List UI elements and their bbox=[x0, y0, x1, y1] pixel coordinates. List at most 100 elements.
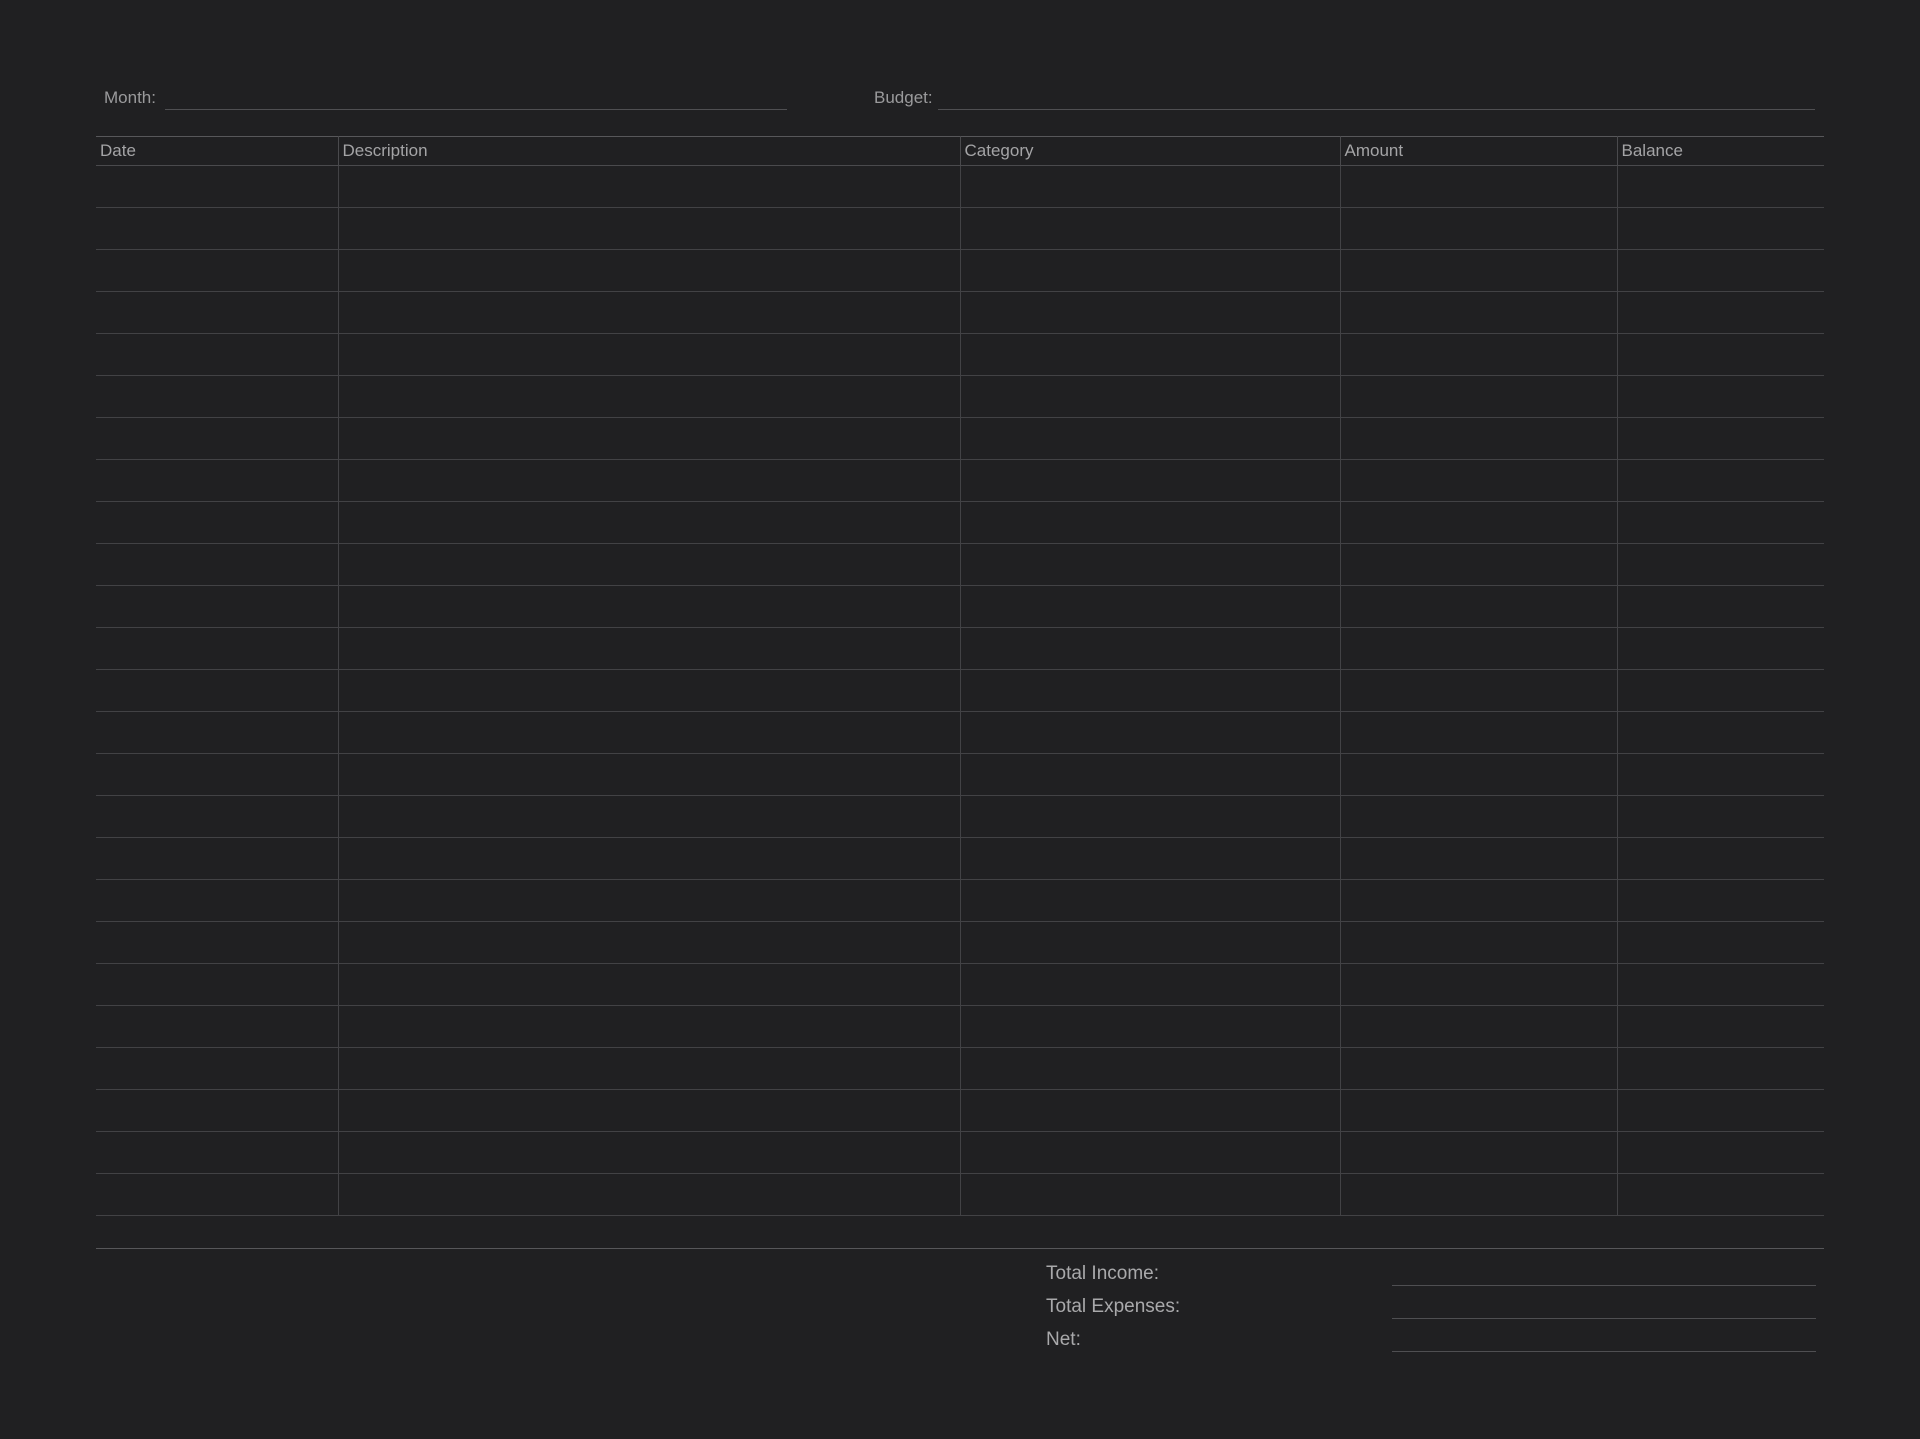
cell-amount[interactable] bbox=[1340, 711, 1618, 754]
cell-description[interactable] bbox=[338, 459, 961, 502]
cell-description[interactable] bbox=[338, 165, 961, 208]
cell-description[interactable] bbox=[338, 543, 961, 586]
cell-balance[interactable] bbox=[1617, 459, 1824, 502]
cell-balance[interactable] bbox=[1617, 711, 1824, 754]
cell-category[interactable] bbox=[960, 249, 1341, 292]
cell-amount[interactable] bbox=[1340, 1173, 1618, 1216]
cell-amount[interactable] bbox=[1340, 837, 1618, 880]
cell-description[interactable] bbox=[338, 1131, 961, 1174]
cell-category[interactable] bbox=[960, 291, 1341, 334]
cell-amount[interactable] bbox=[1340, 1131, 1618, 1174]
cell-description[interactable] bbox=[338, 501, 961, 544]
cell-balance[interactable] bbox=[1617, 249, 1824, 292]
total-income-input-line[interactable] bbox=[1392, 1285, 1816, 1286]
cell-date[interactable] bbox=[96, 1089, 339, 1132]
cell-amount[interactable] bbox=[1340, 1005, 1618, 1048]
cell-category[interactable] bbox=[960, 627, 1341, 670]
cell-category[interactable] bbox=[960, 711, 1341, 754]
budget-input-line[interactable] bbox=[938, 109, 1815, 110]
cell-date[interactable] bbox=[96, 1005, 339, 1048]
cell-description[interactable] bbox=[338, 207, 961, 250]
cell-description[interactable] bbox=[338, 879, 961, 922]
cell-category[interactable] bbox=[960, 795, 1341, 838]
cell-description[interactable] bbox=[338, 963, 961, 1006]
cell-category[interactable] bbox=[960, 165, 1341, 208]
cell-description[interactable] bbox=[338, 291, 961, 334]
cell-category[interactable] bbox=[960, 207, 1341, 250]
cell-category[interactable] bbox=[960, 1089, 1341, 1132]
cell-date[interactable] bbox=[96, 963, 339, 1006]
cell-date[interactable] bbox=[96, 795, 339, 838]
cell-balance[interactable] bbox=[1617, 501, 1824, 544]
cell-category[interactable] bbox=[960, 1047, 1341, 1090]
cell-category[interactable] bbox=[960, 963, 1341, 1006]
cell-category[interactable] bbox=[960, 333, 1341, 376]
cell-category[interactable] bbox=[960, 375, 1341, 418]
cell-category[interactable] bbox=[960, 585, 1341, 628]
cell-balance[interactable] bbox=[1617, 1005, 1824, 1048]
cell-description[interactable] bbox=[338, 711, 961, 754]
cell-amount[interactable] bbox=[1340, 627, 1618, 670]
cell-category[interactable] bbox=[960, 837, 1341, 880]
cell-balance[interactable] bbox=[1617, 837, 1824, 880]
cell-description[interactable] bbox=[338, 375, 961, 418]
cell-balance[interactable] bbox=[1617, 963, 1824, 1006]
cell-description[interactable] bbox=[338, 417, 961, 460]
cell-category[interactable] bbox=[960, 879, 1341, 922]
cell-description[interactable] bbox=[338, 249, 961, 292]
cell-date[interactable] bbox=[96, 1131, 339, 1174]
cell-amount[interactable] bbox=[1340, 795, 1618, 838]
cell-balance[interactable] bbox=[1617, 543, 1824, 586]
cell-description[interactable] bbox=[338, 837, 961, 880]
cell-date[interactable] bbox=[96, 837, 339, 880]
cell-balance[interactable] bbox=[1617, 753, 1824, 796]
cell-balance[interactable] bbox=[1617, 1047, 1824, 1090]
cell-balance[interactable] bbox=[1617, 921, 1824, 964]
cell-balance[interactable] bbox=[1617, 417, 1824, 460]
cell-date[interactable] bbox=[96, 543, 339, 586]
cell-amount[interactable] bbox=[1340, 669, 1618, 712]
cell-amount[interactable] bbox=[1340, 165, 1618, 208]
cell-date[interactable] bbox=[96, 879, 339, 922]
cell-balance[interactable] bbox=[1617, 879, 1824, 922]
cell-amount[interactable] bbox=[1340, 585, 1618, 628]
total-expenses-input-line[interactable] bbox=[1392, 1318, 1816, 1319]
cell-description[interactable] bbox=[338, 585, 961, 628]
cell-date[interactable] bbox=[96, 375, 339, 418]
month-input-line[interactable] bbox=[165, 109, 787, 110]
cell-balance[interactable] bbox=[1617, 627, 1824, 670]
cell-amount[interactable] bbox=[1340, 207, 1618, 250]
cell-date[interactable] bbox=[96, 627, 339, 670]
cell-amount[interactable] bbox=[1340, 417, 1618, 460]
cell-date[interactable] bbox=[96, 459, 339, 502]
cell-date[interactable] bbox=[96, 333, 339, 376]
cell-date[interactable] bbox=[96, 585, 339, 628]
cell-date[interactable] bbox=[96, 501, 339, 544]
cell-category[interactable] bbox=[960, 1005, 1341, 1048]
cell-amount[interactable] bbox=[1340, 501, 1618, 544]
cell-balance[interactable] bbox=[1617, 1173, 1824, 1216]
cell-amount[interactable] bbox=[1340, 333, 1618, 376]
cell-amount[interactable] bbox=[1340, 921, 1618, 964]
net-input-line[interactable] bbox=[1392, 1351, 1816, 1352]
cell-balance[interactable] bbox=[1617, 165, 1824, 208]
cell-date[interactable] bbox=[96, 753, 339, 796]
cell-date[interactable] bbox=[96, 669, 339, 712]
cell-category[interactable] bbox=[960, 417, 1341, 460]
cell-date[interactable] bbox=[96, 921, 339, 964]
cell-balance[interactable] bbox=[1617, 1131, 1824, 1174]
cell-date[interactable] bbox=[96, 249, 339, 292]
cell-balance[interactable] bbox=[1617, 291, 1824, 334]
cell-amount[interactable] bbox=[1340, 249, 1618, 292]
cell-amount[interactable] bbox=[1340, 291, 1618, 334]
cell-description[interactable] bbox=[338, 753, 961, 796]
cell-date[interactable] bbox=[96, 1047, 339, 1090]
cell-date[interactable] bbox=[96, 417, 339, 460]
cell-description[interactable] bbox=[338, 669, 961, 712]
cell-category[interactable] bbox=[960, 669, 1341, 712]
cell-amount[interactable] bbox=[1340, 459, 1618, 502]
cell-description[interactable] bbox=[338, 921, 961, 964]
cell-balance[interactable] bbox=[1617, 669, 1824, 712]
cell-amount[interactable] bbox=[1340, 375, 1618, 418]
cell-balance[interactable] bbox=[1617, 795, 1824, 838]
